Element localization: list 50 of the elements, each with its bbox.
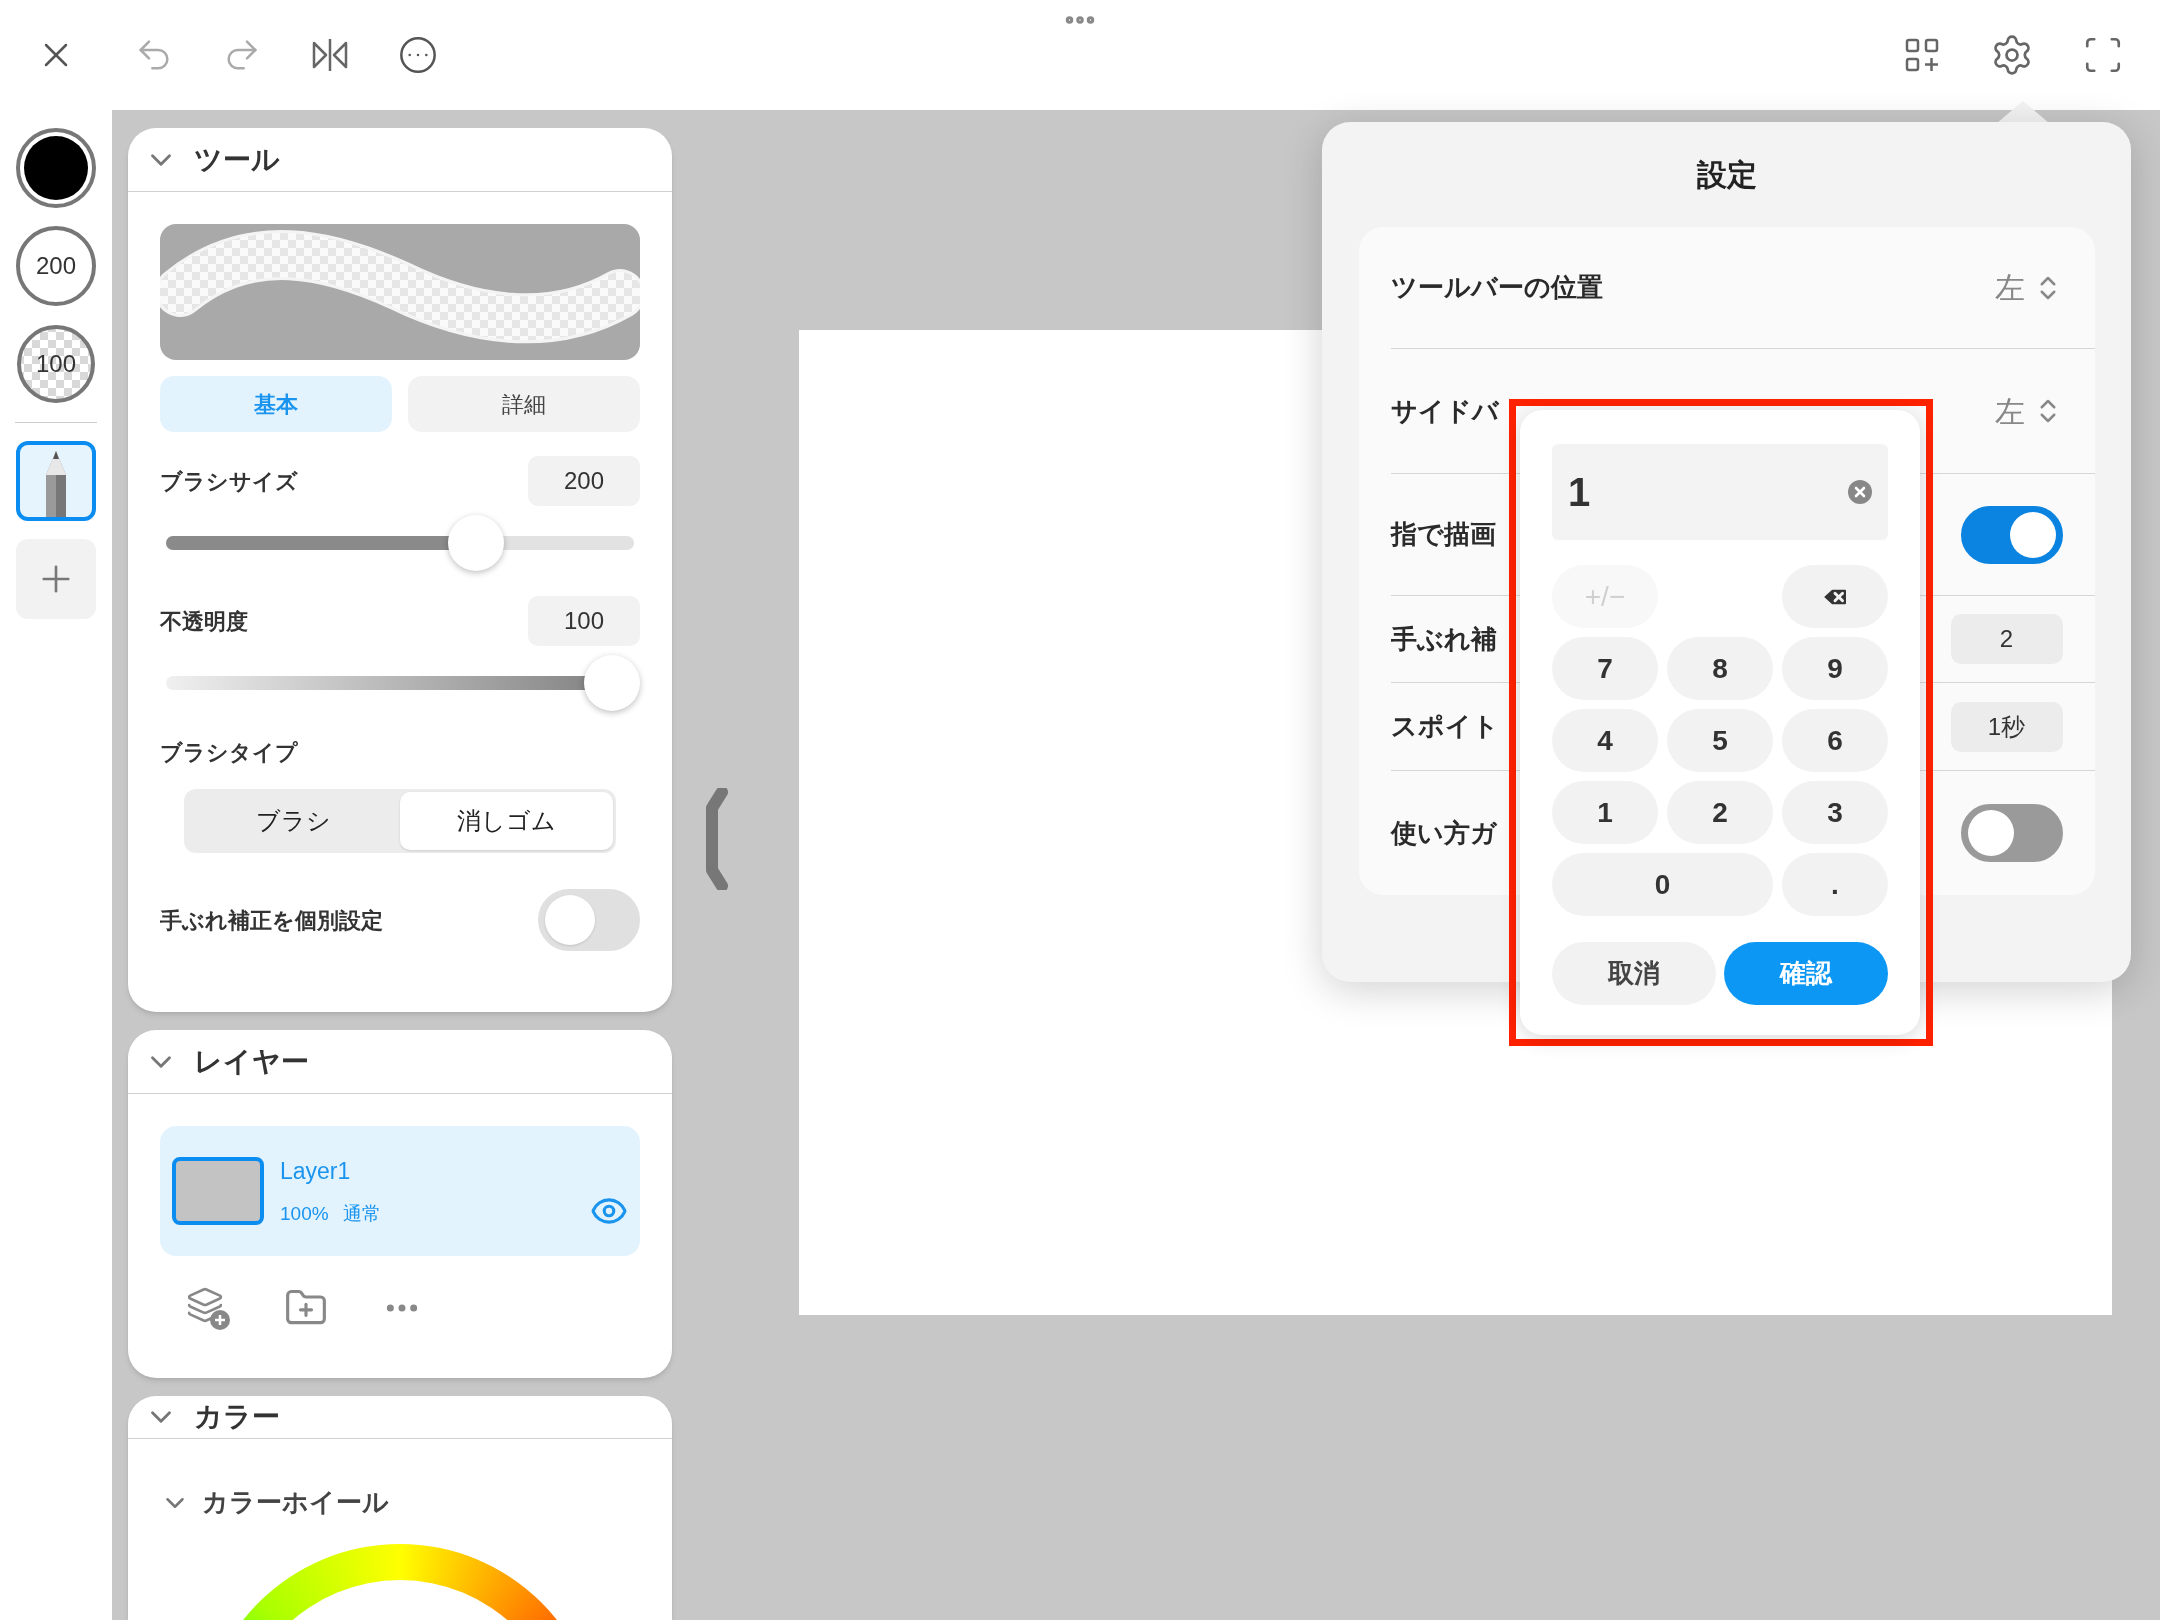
digit-key[interactable]: 1 — [1552, 781, 1658, 844]
panel-title: ツール — [194, 142, 280, 177]
digit-key[interactable]: 5 — [1667, 709, 1773, 772]
tab[interactable]: 詳細 — [408, 376, 640, 432]
layer-name: Layer1 — [280, 1156, 352, 1186]
value-field[interactable]: 100 — [528, 596, 640, 646]
pencil-icon — [44, 451, 68, 517]
setting-label: 指で描画 — [1390, 518, 1496, 551]
setting-label: ツールバーの位置 — [1390, 271, 1603, 304]
setting-label: スポイト — [1390, 710, 1499, 743]
value-field[interactable]: 200 — [528, 456, 640, 506]
panel-title: カラー — [194, 1400, 280, 1434]
setting-label: 手ぶれ補正を個別設定 — [160, 906, 383, 935]
clear-icon[interactable] — [1848, 480, 1872, 504]
setting-label: 使い方ガ — [1390, 816, 1497, 850]
layer-opacity: 100% — [280, 1202, 329, 1226]
segment-option[interactable]: 消しゴム — [400, 792, 613, 850]
digit-key[interactable]: 0 — [1552, 853, 1773, 916]
panel-handle-icon[interactable] — [703, 788, 728, 890]
popover-title: 設定 — [1696, 157, 1757, 193]
digit-key[interactable]: 4 — [1552, 709, 1658, 772]
slider-label: 不透明度 — [160, 607, 248, 636]
brush-size-button[interactable]: 200 — [16, 226, 96, 306]
digit-key[interactable]: 3 — [1782, 781, 1888, 844]
number-input[interactable]: 1 — [1552, 444, 1888, 540]
cancel-button[interactable]: 取消 — [1552, 942, 1716, 1005]
digit-key[interactable]: . — [1782, 853, 1888, 916]
add-layer-icon[interactable] — [186, 1286, 230, 1330]
value-field[interactable]: 2 — [1950, 614, 2063, 664]
toggle-switch[interactable] — [1960, 804, 2063, 862]
digit-key[interactable]: 6 — [1782, 709, 1888, 772]
slider-thumb[interactable] — [448, 515, 505, 571]
blend-mode: 通常 — [342, 1202, 381, 1226]
segment-option[interactable]: ブラシ — [187, 792, 400, 850]
slider-label: ブラシサイズ — [160, 467, 298, 496]
brush-type-label: ブラシタイプ — [160, 739, 299, 767]
setting-label: サイドバ — [1390, 394, 1499, 428]
color-swatch[interactable] — [16, 128, 96, 208]
toggle-switch[interactable] — [1960, 505, 2063, 564]
digit-key[interactable]: 9 — [1782, 637, 1888, 700]
more-icon[interactable] — [398, 35, 438, 75]
pencil-tool-button[interactable] — [16, 441, 96, 521]
panel-title: レイヤー — [194, 1044, 309, 1079]
value-field[interactable]: 1秒 — [1950, 701, 2063, 752]
digit-key[interactable]: 8 — [1667, 637, 1773, 700]
section-title: カラーホイール — [202, 1486, 389, 1519]
setting-label: 手ぶれ補 — [1390, 622, 1497, 656]
digit-key[interactable]: 7 — [1552, 637, 1658, 700]
digit-key[interactable]: 2 — [1667, 781, 1773, 844]
slider-thumb[interactable] — [584, 655, 640, 711]
